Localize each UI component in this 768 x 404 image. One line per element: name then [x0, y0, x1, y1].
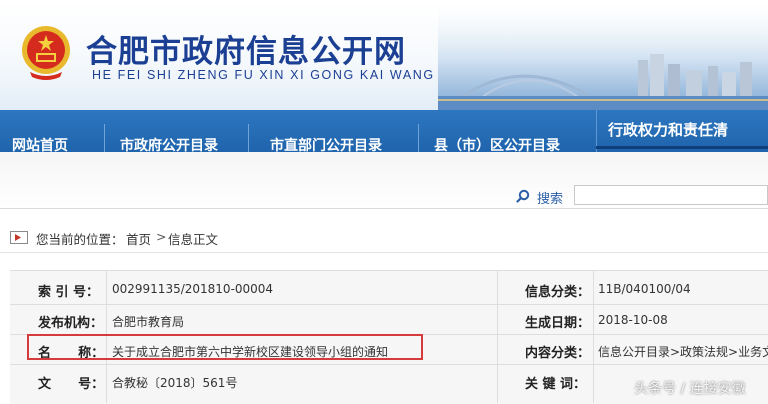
value-index-number: 002991135/201810-00004	[112, 282, 274, 296]
site-title: 合肥市政府信息公开网	[86, 34, 406, 70]
watermark-text: 头条号 / 连接安徽	[634, 381, 746, 397]
value-publisher: 合肥市教育局	[112, 315, 185, 329]
search-label[interactable]: 搜索	[537, 188, 563, 207]
search-input[interactable]	[574, 185, 768, 205]
location-marker-icon	[10, 231, 28, 244]
national-emblem-icon	[22, 26, 70, 80]
title-highlight-box	[27, 334, 423, 360]
table-col-divider	[497, 270, 498, 403]
label-document-number: 文 号：	[38, 377, 105, 392]
nav-item-city-gov-catalog[interactable]: 市政府公开目录	[120, 135, 218, 152]
site-subtitle: HE FEI SHI ZHENG FU XIN XI GONG KAI WANG	[92, 68, 435, 82]
value-content-class: 信息公开目录>政策法规>业务文	[598, 345, 768, 359]
label-content-class: 内容分类：	[525, 346, 591, 361]
city-skyline-image	[438, 0, 768, 110]
nav-divider	[418, 124, 419, 152]
breadcrumb-prefix: 您当前的位置：	[36, 232, 124, 247]
label-generation-date: 生成日期：	[525, 316, 591, 331]
nav-item-county-catalog[interactable]: 县（市）区公开目录	[434, 135, 560, 152]
value-document-number: 合教秘〔2018〕561号	[112, 376, 238, 390]
nav-item-home[interactable]: 网站首页	[12, 135, 68, 152]
nav-item-dept-catalog[interactable]: 市直部门公开目录	[270, 135, 382, 152]
table-col-divider	[593, 270, 594, 403]
breadcrumb-home-link[interactable]: 首页	[126, 229, 151, 248]
table-row-divider	[10, 364, 768, 365]
label-index-number: 索 引 号：	[38, 285, 100, 300]
search-icon[interactable]	[516, 189, 530, 203]
label-info-category: 信息分类：	[525, 285, 591, 300]
value-info-category: 11B/040100/04	[598, 282, 691, 296]
nav-item-power-list[interactable]: 行政权力和责任清	[608, 119, 728, 140]
table-row-divider	[10, 304, 768, 305]
label-keywords: 关 键 词：	[525, 377, 587, 392]
label-publisher: 发布机构：	[38, 316, 104, 331]
nav-divider	[248, 124, 249, 152]
nav-divider	[104, 124, 105, 152]
breadcrumb-current: 信息正文	[168, 232, 219, 247]
site-banner: 合肥市政府信息公开网 HE FEI SHI ZHENG FU XIN XI GO…	[0, 0, 768, 110]
nav-active-indicator	[596, 146, 768, 149]
breadcrumb-separator-icon: >	[156, 229, 167, 244]
value-generation-date: 2018-10-08	[598, 313, 668, 327]
